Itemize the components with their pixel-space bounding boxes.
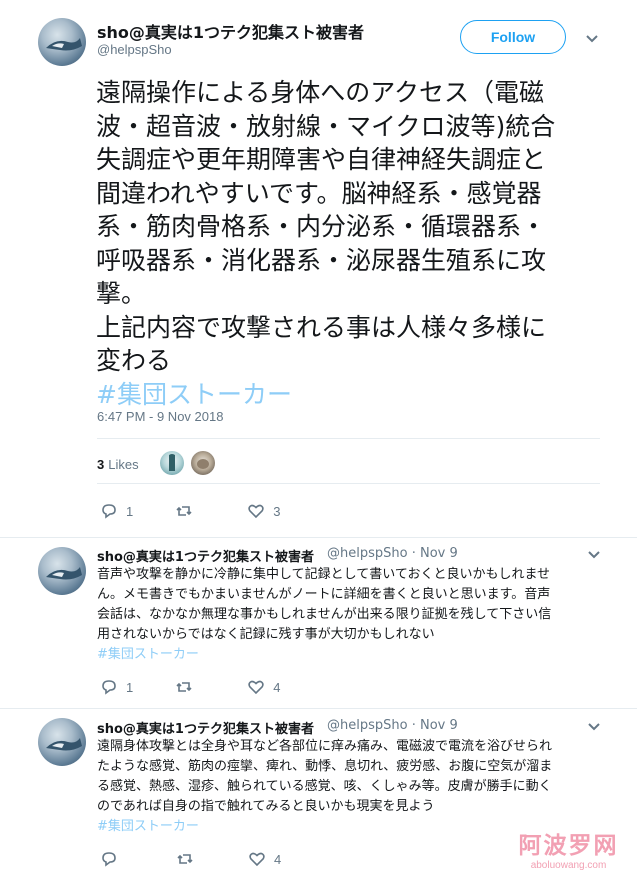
divider	[0, 537, 637, 538]
reply-text-line: 会話は、なかなか無理な事かもしれませんが出来る限り証拠を残して下さい信	[97, 607, 552, 622]
tweet-text-line: 間違われやすいです。脳神経系・感覚器	[96, 178, 542, 208]
avatar-image	[46, 567, 82, 580]
hashtag-link[interactable]: #集団ストーカー	[96, 378, 616, 412]
reply-icon	[102, 852, 116, 867]
tweet-text-line: 上記内容で攻撃される事は人様々多様に	[96, 312, 547, 342]
tweet-text-line: 系・筋肉骨格系・内分泌系・循環器系・	[96, 212, 547, 241]
divider	[0, 708, 637, 709]
heart-icon	[248, 504, 264, 519]
retweet-button[interactable]	[175, 678, 193, 696]
retweet-button[interactable]	[175, 502, 193, 520]
heart-icon	[248, 680, 264, 695]
author-handle[interactable]: @helpspSho	[97, 42, 172, 57]
watermark: 阿波罗网 aboluowang.com	[500, 826, 637, 871]
reply-meta[interactable]: @helpspSho · Nov 9	[327, 546, 458, 561]
tweet-text-line: 撃。	[96, 279, 147, 308]
reply-author-name[interactable]: sho@真実は1つテク犯集スト被害者	[97, 718, 314, 737]
reply-author-name[interactable]: sho@真実は1つテク犯集スト被害者	[97, 546, 314, 565]
reply-text-line: ん。メモ書きでもかまいませんがノートに詳細を書くと良いと思います。音声	[97, 587, 551, 602]
author-name[interactable]: sho@真実は1つテク犯集スト被害者	[97, 19, 364, 43]
tweet-text-line: 波・超音波・放射線・マイクロ波等)統合	[96, 111, 556, 141]
reply-text-line: る感覚、熱感、湿疹、触られている感覚、咳、くしゃみ等。皮膚が勝手に動く	[97, 779, 552, 794]
tweet-text: 遠隔操作による身体へのアクセス（電磁 波・超音波・放射線・マイクロ波等)統合 失…	[96, 76, 616, 411]
tweet-timestamp[interactable]: 6:47 PM - 9 Nov 2018	[97, 409, 223, 424]
avatar-image	[46, 38, 82, 51]
like-count: 4	[274, 851, 282, 867]
reply-text: 遠隔身体攻撃とは全身や耳など各部位に痒み痛み、電磁波で電流を浴びせられ たような…	[97, 737, 607, 837]
like-button[interactable]: 4	[248, 850, 281, 868]
reply-avatar[interactable]	[38, 547, 86, 595]
reply-text-line: のであれば自身の指で触れてみると良いかも現実を見よう	[97, 799, 435, 814]
reply-text-line: 遠隔身体攻撃とは全身や耳など各部位に痒み痛み、電磁波で電流を浴びせられ	[97, 739, 553, 754]
like-button[interactable]: 3	[247, 502, 280, 520]
retweet-icon	[176, 506, 192, 516]
retweet-icon	[176, 682, 192, 692]
likes-summary[interactable]: 3 Likes	[97, 453, 139, 475]
like-count: 3	[273, 503, 281, 519]
tweet-text-line: 遠隔操作による身体へのアクセス（電磁	[96, 78, 545, 107]
chevron-down-icon[interactable]	[585, 34, 599, 44]
avatar-image	[46, 738, 82, 751]
follow-button[interactable]: Follow	[460, 20, 566, 54]
watermark-url: aboluowang.com	[530, 860, 607, 871]
reply-count: 1	[126, 503, 134, 519]
reply-count: 1	[126, 679, 134, 695]
retweet-icon	[177, 854, 193, 864]
like-button[interactable]: 4	[247, 678, 280, 696]
reply-text: 音声や攻撃を静かに冷静に集中して記録として書いておくと良いかもしれませ ん。メモ…	[97, 565, 607, 665]
reply-text-line: たような感覚、筋肉の痙攣、痺れ、動悸、息切れ、疲労感、お腹に空気が溜ま	[97, 759, 553, 774]
reply-avatar[interactable]	[38, 718, 86, 766]
reply-button[interactable]: 1	[100, 678, 133, 696]
divider	[97, 438, 600, 439]
liker-avatar[interactable]	[160, 451, 184, 475]
reply-button[interactable]	[100, 850, 126, 868]
author-avatar[interactable]	[38, 18, 86, 66]
reply-icon	[102, 504, 116, 519]
chevron-down-icon[interactable]	[587, 550, 601, 560]
reply-text-line: 音声や攻撃を静かに冷静に集中して記録として書いておくと良いかもしれませ	[97, 567, 551, 582]
likes-label: Likes	[108, 456, 139, 472]
likes-count: 3	[97, 456, 105, 472]
tweet-actions: 1 3	[100, 502, 280, 520]
watermark-text: 阿波罗网	[518, 833, 619, 859]
reply-actions: 1 4	[100, 678, 280, 696]
divider	[97, 483, 600, 484]
tweet-text-line: 変わる	[96, 346, 172, 375]
reply-icon	[102, 680, 116, 695]
heart-icon	[249, 852, 265, 867]
tweet-text-line: 失調症や更年期障害や自律神経失調症と	[96, 145, 547, 174]
reply-text-line: 用されないからではなく記録に残す事が大切かもしれない	[97, 627, 435, 642]
reply-meta[interactable]: @helpspSho · Nov 9	[327, 718, 458, 733]
chevron-down-icon[interactable]	[587, 722, 601, 732]
reply-actions: 4	[100, 850, 281, 868]
reply-button[interactable]: 1	[100, 502, 133, 520]
hashtag-link[interactable]: #集団ストーカー	[97, 645, 607, 665]
like-count: 4	[273, 679, 281, 695]
retweet-button[interactable]	[176, 850, 194, 868]
liker-avatar[interactable]	[191, 451, 215, 475]
tweet-text-line: 呼吸器系・消化器系・泌尿器生殖系に攻	[96, 245, 547, 275]
